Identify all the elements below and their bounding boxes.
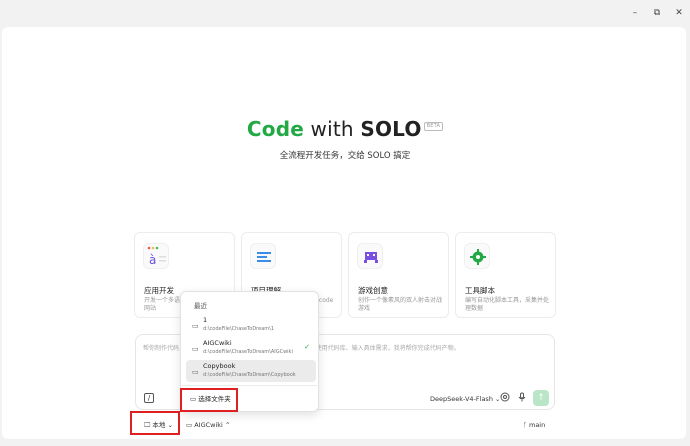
project-icon	[250, 243, 276, 269]
hero-subtitle: 全流程开发任务，交给 SOLO 搞定	[279, 151, 411, 161]
card-desc: 编写自动化脚本工具，采集并处理数据	[465, 297, 550, 312]
card-title: 游戏创意	[358, 286, 388, 295]
hero: Code with SOLO BETA 全流程开发任务，交给 SOLO 搞定	[0, 117, 690, 161]
hero-solo: SOLO	[360, 117, 422, 141]
card-game[interactable]: 游戏创意 创作一个像素风的双人射击对战游戏	[348, 232, 449, 318]
branch-selector[interactable]: ᚴ main	[523, 418, 545, 432]
folder-name: Copybook	[203, 362, 236, 370]
maximize-button[interactable]: ⧉	[650, 6, 664, 20]
recent-item[interactable]: ▭ Copybook d:\codeFile\ChaseToDream\Copy…	[186, 360, 316, 382]
title-bar: – ⧉ ✕	[0, 0, 690, 26]
folder-icon: ▭	[186, 421, 193, 429]
hero-with: with	[304, 117, 361, 141]
folder-path: d:\codeFile\ChaseToDream\Copybook	[203, 372, 296, 378]
model-selector[interactable]: DeepSeek-V4-Flash ⌄	[430, 395, 500, 403]
hero-title: Code with SOLO BETA	[0, 117, 690, 141]
close-button[interactable]: ✕	[672, 6, 686, 20]
recent-header: 最近	[194, 302, 207, 310]
card-title: 应用开发	[144, 286, 174, 295]
highlight-choose-folder	[180, 388, 238, 412]
send-button[interactable]: ↑	[533, 390, 549, 406]
folder-name: 1	[203, 316, 208, 324]
card-tool[interactable]: 工具脚本 编写自动化脚本工具，采集并处理数据	[455, 232, 556, 318]
highlight-local	[130, 411, 180, 435]
tool-icon	[464, 243, 490, 269]
folder-icon: ▭	[192, 345, 199, 353]
folder-icon: ▭	[192, 368, 199, 376]
card-title: 工具脚本	[465, 286, 495, 295]
git-branch-icon: ᚴ	[523, 421, 527, 429]
chevron-up-icon: ⌃	[224, 421, 231, 429]
beta-badge: BETA	[423, 122, 444, 131]
mention-icon[interactable]	[498, 392, 512, 406]
recent-item[interactable]: ▭ AIGCwiki d:\codeFile\ChaseToDream\AIGC…	[186, 337, 316, 359]
branch-label: main	[528, 421, 546, 429]
microphone-icon[interactable]	[515, 392, 529, 406]
divider	[181, 385, 320, 386]
card-desc: 创作一个像素风的双人射击对战游戏	[358, 297, 443, 312]
folder-path: d:\codeFile\ChaseToDream\1	[203, 326, 274, 332]
folder-path: d:\codeFile\ChaseToDream\AIGCwiki	[203, 349, 293, 355]
minimize-button[interactable]: –	[628, 6, 642, 20]
recent-item[interactable]: ▭ 1 d:\codeFile\ChaseToDream\1	[186, 314, 316, 336]
arrow-up-icon: ↑	[537, 393, 545, 403]
app-dev-icon: à	[143, 243, 169, 269]
model-name: DeepSeek-V4-Flash	[430, 395, 493, 403]
game-icon	[357, 243, 383, 269]
check-icon: ✓	[304, 343, 310, 351]
folder-icon: ▭	[192, 322, 199, 330]
folder-name: AIGCwiki	[203, 339, 232, 347]
svg-text:à: à	[149, 253, 156, 267]
project-label: AIGCwiki	[194, 421, 223, 429]
project-selector[interactable]: ▭ AIGCwiki ⌃	[186, 418, 230, 432]
hero-code: Code	[246, 117, 304, 141]
slash-command-button[interactable]: /	[144, 393, 154, 403]
